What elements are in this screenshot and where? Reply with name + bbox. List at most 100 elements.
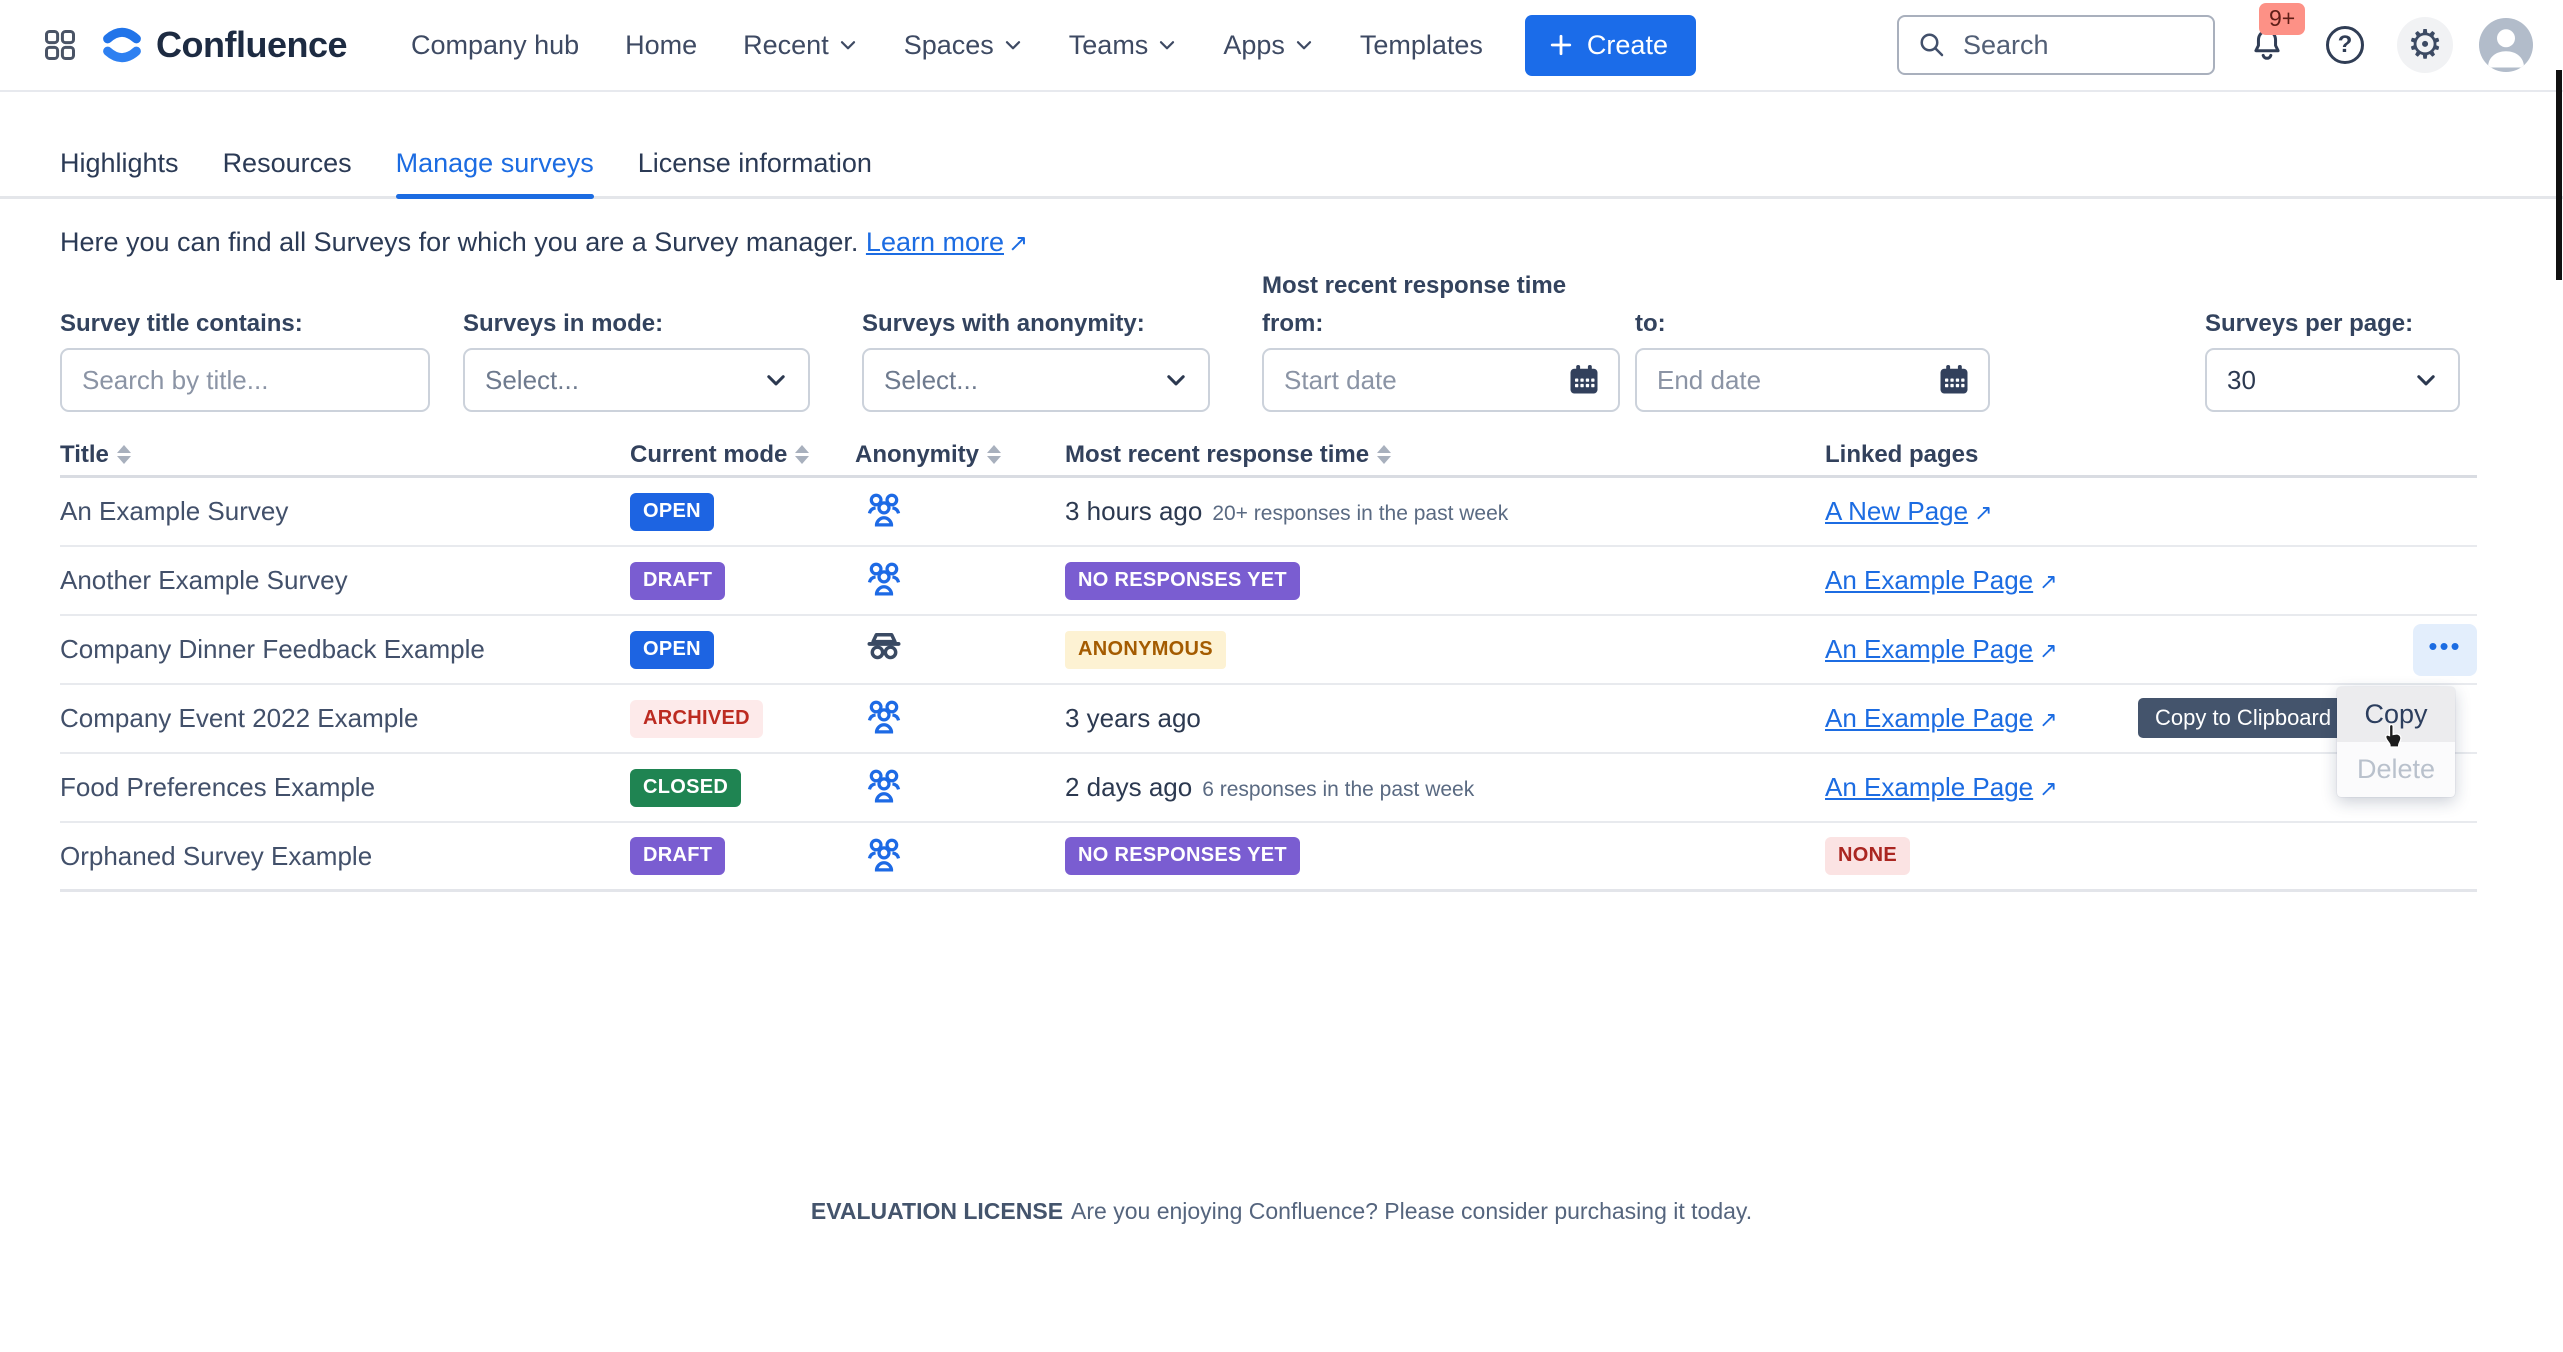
sort-icon[interactable] [795, 445, 809, 464]
linked-page-link[interactable]: An Example Page↗ [1825, 565, 2058, 595]
global-search[interactable] [1897, 15, 2215, 75]
user-avatar[interactable] [2479, 18, 2533, 72]
anonymity-filter-label: Surveys with anonymity: [862, 310, 1145, 338]
external-link-icon: ↗ [2039, 776, 2057, 802]
anonymity-cell [855, 831, 1065, 882]
nav-item-recent[interactable]: Recent [727, 18, 874, 73]
column-header-anonymity[interactable]: Anonymity [855, 441, 1065, 469]
nav-item-company-hub[interactable]: Company hub [395, 18, 595, 73]
anonymity-cell [855, 555, 1065, 606]
plus-icon [1547, 31, 1575, 59]
filter-bar: Most recent response time Survey title c… [0, 272, 2563, 424]
survey-table-body: An Example SurveyOPEN3 hours ago20+ resp… [60, 478, 2477, 892]
response-badge: NO RESPONSES YET [1065, 562, 1300, 600]
column-header-most-recent-response-time[interactable]: Most recent response time [1065, 441, 1825, 469]
table-header-row: TitleCurrent modeAnonymityMost recent re… [60, 434, 2477, 478]
nav-item-templates[interactable]: Templates [1344, 18, 1499, 73]
users-icon [861, 831, 907, 877]
title-filter-input[interactable] [60, 348, 430, 412]
no-linked-pages-badge: NONE [1825, 837, 1910, 875]
external-link-icon: ↗ [2039, 638, 2057, 664]
sort-icon[interactable] [117, 445, 131, 464]
sort-icon[interactable] [1377, 445, 1391, 464]
to-date-label: to: [1635, 310, 1666, 338]
license-footer-strong: EVALUATION LICENSE [811, 1198, 1063, 1224]
search-input[interactable] [1961, 29, 2181, 62]
tab-license-information[interactable]: License information [638, 148, 872, 196]
nav-item-apps[interactable]: Apps [1207, 18, 1330, 73]
tab-highlights[interactable]: Highlights [60, 148, 179, 196]
nav-item-label: Templates [1360, 30, 1483, 61]
license-footer-text: Are you enjoying Confluence? Please cons… [1071, 1198, 1752, 1224]
settings-button[interactable]: ⚙ [2397, 17, 2453, 73]
column-header-current-mode[interactable]: Current mode [630, 441, 855, 469]
survey-title: Company Dinner Feedback Example [60, 634, 630, 665]
incognito-icon [861, 624, 907, 670]
mode-cell: OPEN [630, 493, 855, 531]
gear-icon: ⚙ [2407, 25, 2443, 65]
linked-pages-cell: An Example Page↗ [1825, 772, 2405, 803]
chevron-down-icon [1157, 35, 1177, 55]
product-name: Confluence [156, 24, 347, 66]
nav-item-spaces[interactable]: Spaces [888, 18, 1039, 73]
linked-page-link[interactable]: An Example Page↗ [1825, 634, 2058, 664]
users-icon [861, 762, 907, 808]
anonymity-filter-select[interactable]: Select... [862, 348, 1210, 412]
per-page-select[interactable]: 30 [2205, 348, 2460, 412]
linked-pages-cell: An Example Page↗ [1825, 634, 2405, 665]
search-icon [1917, 30, 1947, 60]
mode-filter-select[interactable]: Select... [463, 348, 810, 412]
linked-pages-cell: NONE [1825, 837, 2405, 875]
response-cell: NO RESPONSES YET [1065, 837, 1825, 875]
response-cell: ANONYMOUS [1065, 631, 1825, 669]
chevron-down-icon [1003, 35, 1023, 55]
actions-cell: ••• [2405, 624, 2477, 676]
chevron-down-icon [764, 368, 788, 392]
users-icon [861, 486, 907, 532]
menu-item-delete: Delete [2337, 742, 2455, 797]
linked-page-link[interactable]: A New Page↗ [1825, 496, 1993, 526]
vertical-scrollbar[interactable] [2556, 70, 2562, 280]
mode-badge: DRAFT [630, 562, 725, 600]
create-button-label: Create [1587, 30, 1668, 61]
learn-more-link[interactable]: Learn more [866, 227, 1004, 257]
menu-item-copy[interactable]: Copy [2337, 687, 2455, 742]
survey-title: Orphaned Survey Example [60, 841, 630, 872]
create-button[interactable]: Create [1525, 15, 1696, 76]
row-actions-menu: CopyDelete [2337, 687, 2455, 797]
help-button[interactable]: ? [2319, 19, 2371, 71]
mode-badge: DRAFT [630, 837, 725, 875]
person-icon [2479, 18, 2533, 72]
tab-resources[interactable]: Resources [223, 148, 352, 196]
calendar-icon[interactable] [1936, 362, 1972, 403]
navbar-right: 9+ ? ⚙ [1897, 15, 2533, 75]
anonymity-cell [855, 624, 1065, 675]
row-actions-button[interactable]: ••• [2413, 624, 2477, 676]
sort-icon[interactable] [987, 445, 1001, 464]
calendar-icon[interactable] [1566, 362, 1602, 403]
nav-item-label: Recent [743, 30, 829, 61]
response-cell: NO RESPONSES YET [1065, 562, 1825, 600]
chevron-down-icon [1294, 35, 1314, 55]
notifications-button[interactable]: 9+ [2241, 19, 2293, 71]
mode-cell: CLOSED [630, 769, 855, 807]
app-switcher-icon[interactable] [40, 25, 80, 65]
column-header-title[interactable]: Title [60, 441, 630, 469]
nav-item-home[interactable]: Home [609, 18, 713, 73]
to-date-field [1635, 348, 1990, 412]
column-header-label: Most recent response time [1065, 441, 1369, 469]
linked-page-link[interactable]: An Example Page↗ [1825, 703, 2058, 733]
nav-item-label: Home [625, 30, 697, 61]
surveys-table: TitleCurrent modeAnonymityMost recent re… [60, 434, 2477, 892]
tab-manage-surveys[interactable]: Manage surveys [396, 148, 594, 196]
column-header-linked-pages: Linked pages [1825, 441, 2405, 469]
confluence-mark-icon [100, 23, 144, 67]
copy-tooltip: Copy to Clipboard [2138, 698, 2348, 738]
table-row: Orphaned Survey ExampleDRAFT NO RESPONSES… [60, 823, 2477, 892]
nav-item-teams[interactable]: Teams [1053, 18, 1194, 73]
linked-page-link[interactable]: An Example Page↗ [1825, 772, 2058, 802]
response-badge: ANONYMOUS [1065, 631, 1226, 669]
response-note: 6 responses in the past week [1202, 778, 1474, 801]
confluence-logo[interactable]: Confluence [100, 23, 347, 67]
license-footer: EVALUATION LICENSE Are you enjoying Confl… [0, 1198, 2563, 1225]
